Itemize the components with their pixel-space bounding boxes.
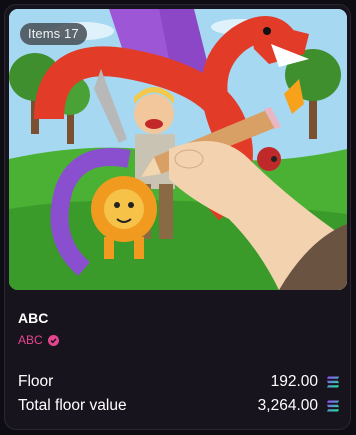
solana-icon <box>327 376 339 388</box>
collection-name[interactable]: ABC <box>18 310 48 326</box>
floor-price-row: Floor 192.00 <box>18 373 340 391</box>
floor-label: Floor <box>18 373 54 390</box>
creator-name[interactable]: ABC <box>18 333 43 347</box>
creator-info[interactable]: ABC <box>18 333 59 347</box>
floor-value: 192.00 <box>270 373 318 390</box>
total-floor-value-row: Total floor value 3,264.00 <box>18 397 340 415</box>
solana-icon <box>327 400 339 412</box>
collection-artwork[interactable]: Items 17 <box>9 9 347 290</box>
total-floor-value: 3,264.00 <box>257 397 318 414</box>
total-floor-value-label: Total floor value <box>18 397 127 414</box>
items-count-badge: Items 17 <box>20 23 87 45</box>
dragon-knight-illustration <box>9 9 347 290</box>
verified-badge-icon <box>47 334 59 346</box>
nft-collection-card[interactable]: Items 17 ABC ABC Floor 192.00 Total floo… <box>4 4 351 430</box>
